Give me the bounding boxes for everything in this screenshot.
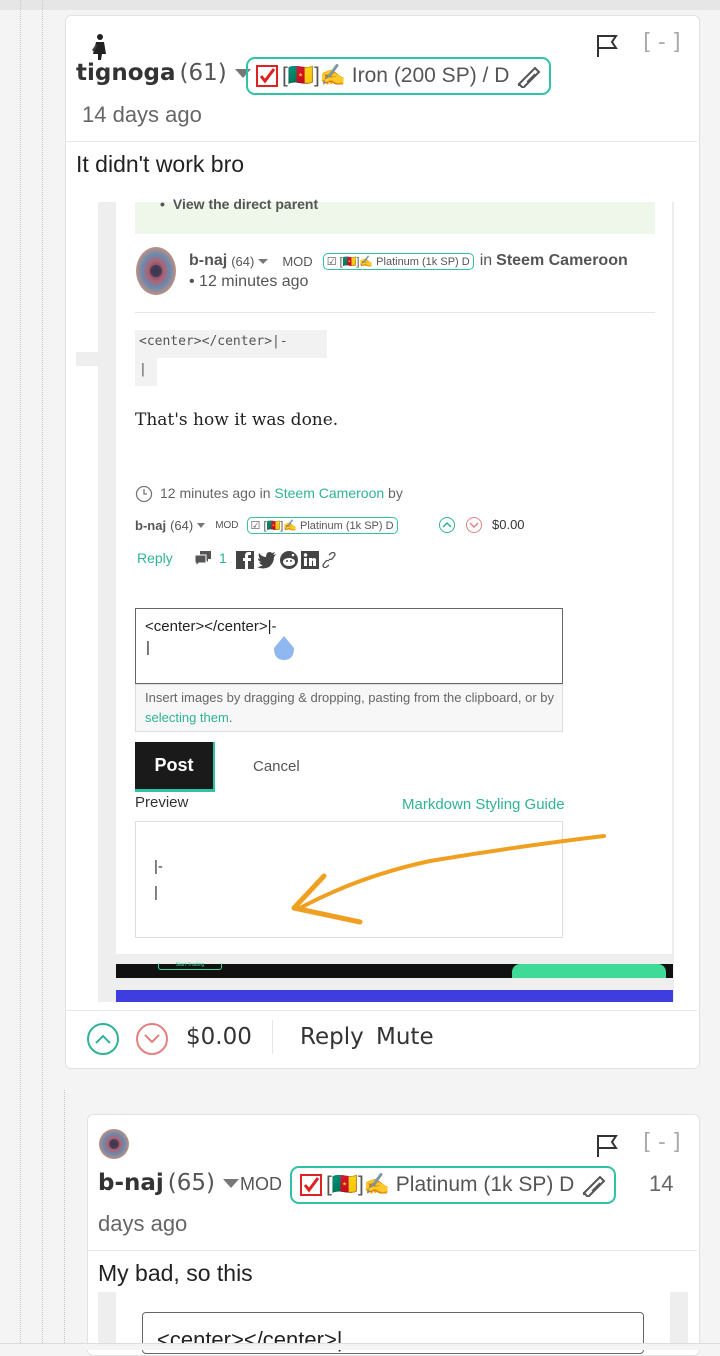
reply-count: 1 bbox=[219, 550, 227, 566]
link-icon[interactable] bbox=[322, 552, 336, 568]
annotation-arrow bbox=[291, 834, 606, 925]
top-bar bbox=[0, 0, 720, 10]
parent-link[interactable]: • View the direct parent bbox=[160, 196, 318, 212]
ad-graphic bbox=[512, 964, 666, 978]
markdown-guide-link[interactable]: Markdown Styling Guide bbox=[402, 796, 565, 813]
badge-text: [🇨🇲]✍️ Platinum (1k SP) D bbox=[326, 1173, 575, 1196]
ad-button: Start Trading bbox=[158, 963, 222, 970]
screenshot-payout[interactable]: $0.00 bbox=[492, 517, 525, 532]
mute-button[interactable]: Mute bbox=[376, 1024, 434, 1050]
check-box-icon bbox=[300, 1174, 322, 1196]
in-label: in bbox=[479, 252, 493, 269]
divider bbox=[88, 1250, 697, 1251]
reddit-icon[interactable] bbox=[280, 551, 298, 569]
mod-label: MOD bbox=[240, 1174, 282, 1194]
mod-label: MOD bbox=[282, 253, 313, 269]
divider bbox=[135, 312, 655, 313]
comment-author[interactable]: b-naj (65) bbox=[98, 1170, 240, 1196]
author-reputation: (61) bbox=[179, 60, 227, 86]
editor-line[interactable]: | bbox=[146, 639, 150, 656]
footer-meta: 12 minutes ago in Steem Cameroon by bbox=[160, 485, 403, 501]
post-button[interactable]: Post bbox=[135, 742, 215, 792]
author-name[interactable]: tignoga bbox=[76, 60, 176, 86]
badge-text: [🇨🇲]✍️ Iron (200 SP) / D bbox=[282, 64, 510, 87]
preview-label: Preview bbox=[135, 794, 189, 811]
comment-body: My bad, so this bbox=[98, 1260, 253, 1286]
mod-label: MOD bbox=[215, 520, 239, 531]
code-block: | bbox=[135, 358, 157, 386]
caret-down-icon[interactable] bbox=[197, 523, 206, 528]
footer-by: by bbox=[388, 485, 403, 501]
divider bbox=[272, 1020, 273, 1054]
check-box-icon bbox=[256, 65, 278, 87]
pen-icon bbox=[517, 66, 541, 88]
ad-banner bbox=[116, 990, 673, 1002]
collapse-toggle[interactable]: [-] bbox=[640, 30, 686, 55]
comment-timestamp[interactable]: 14 bbox=[649, 1171, 673, 1197]
twitter-icon[interactable] bbox=[257, 551, 277, 569]
user-avatar[interactable] bbox=[88, 32, 110, 60]
screenshot-time: • 12 minutes ago bbox=[189, 273, 309, 290]
comment-timestamp[interactable]: days ago bbox=[98, 1211, 187, 1237]
caret-down-icon[interactable] bbox=[258, 258, 269, 264]
screenshot-edge bbox=[76, 352, 98, 366]
pen-icon bbox=[582, 1175, 606, 1197]
screenshot-author[interactable]: b-naj bbox=[189, 252, 227, 270]
thread-guide bbox=[20, 0, 21, 1349]
footer-badge: ☑ [🇨🇲]✍️ Platinum (1k SP) D bbox=[246, 517, 398, 534]
footer-author-line: b-naj (64) MOD ☑ [🇨🇲]✍️ Platinum (1k SP)… bbox=[135, 517, 398, 534]
comment-timestamp[interactable]: 14 days ago bbox=[82, 102, 202, 128]
footer-time: 12 minutes ago in bbox=[160, 485, 271, 501]
thread-guide bbox=[64, 1090, 65, 1349]
screenshot-author-line: b-naj (64) MOD ☑ [🇨🇲]✍️ Platinum (1k SP)… bbox=[189, 252, 628, 270]
upload-hint: Insert images by dragging & dropping, pa… bbox=[135, 684, 563, 732]
downvote-icon[interactable] bbox=[466, 517, 482, 533]
screenshot-reputation: (64) bbox=[231, 253, 255, 269]
user-avatar[interactable] bbox=[135, 246, 177, 296]
footer-community[interactable]: Steem Cameroon bbox=[274, 485, 384, 501]
community-link[interactable]: Steem Cameroon bbox=[496, 252, 628, 270]
facebook-icon[interactable] bbox=[236, 551, 254, 569]
code-block: <center></center>|- bbox=[135, 330, 327, 358]
payout-value[interactable]: $0.00 bbox=[186, 1024, 252, 1050]
linkedin-icon[interactable] bbox=[301, 551, 319, 569]
comment-editor[interactable]: <center></center>|- | bbox=[135, 608, 563, 684]
comment-body: It didn't work bro bbox=[76, 151, 245, 177]
caret-down-icon[interactable] bbox=[223, 1178, 240, 1188]
flag-icon[interactable] bbox=[596, 1133, 618, 1157]
upvote-icon[interactable] bbox=[87, 1023, 119, 1055]
user-badge: [🇨🇲]✍️ Iron (200 SP) / D bbox=[246, 57, 552, 95]
divider bbox=[66, 1010, 697, 1011]
upvote-icon[interactable] bbox=[439, 517, 455, 533]
editor-line[interactable]: <center></center>|- bbox=[145, 618, 276, 635]
author-name[interactable]: b-naj bbox=[98, 1170, 164, 1196]
screenshot-badge: ☑ [🇨🇲]✍️ Platinum (1k SP) D bbox=[322, 252, 474, 270]
share-icons bbox=[236, 551, 336, 569]
preview-text: | bbox=[154, 884, 158, 901]
comment-author[interactable]: tignoga (61) bbox=[76, 60, 251, 86]
comment-icon[interactable] bbox=[194, 550, 212, 566]
downvote-icon[interactable] bbox=[136, 1023, 168, 1055]
screenshot-body: That's how it was done. bbox=[135, 410, 339, 430]
hint-text: Insert images by dragging & dropping, pa… bbox=[145, 690, 555, 705]
preview-text: |- bbox=[154, 858, 163, 875]
reply-button[interactable]: Reply bbox=[300, 1024, 364, 1050]
divider bbox=[66, 141, 697, 142]
cancel-button[interactable]: Cancel bbox=[253, 758, 300, 775]
flag-icon[interactable] bbox=[596, 33, 618, 57]
author-reputation: (65) bbox=[167, 1170, 216, 1196]
user-badge: [🇨🇲]✍️ Platinum (1k SP) D bbox=[290, 1166, 617, 1204]
collapse-toggle[interactable]: [-] bbox=[640, 1130, 686, 1155]
screenshot-reply-link[interactable]: Reply bbox=[137, 550, 173, 566]
text-cursor-handle[interactable] bbox=[272, 634, 296, 662]
footer-author[interactable]: b-naj bbox=[135, 518, 166, 533]
footer-reputation: (64) bbox=[170, 518, 194, 533]
user-avatar[interactable] bbox=[98, 1128, 130, 1160]
thread-guide bbox=[42, 0, 43, 1349]
select-images-link[interactable]: selecting them bbox=[145, 710, 229, 725]
clock-icon bbox=[135, 485, 153, 503]
